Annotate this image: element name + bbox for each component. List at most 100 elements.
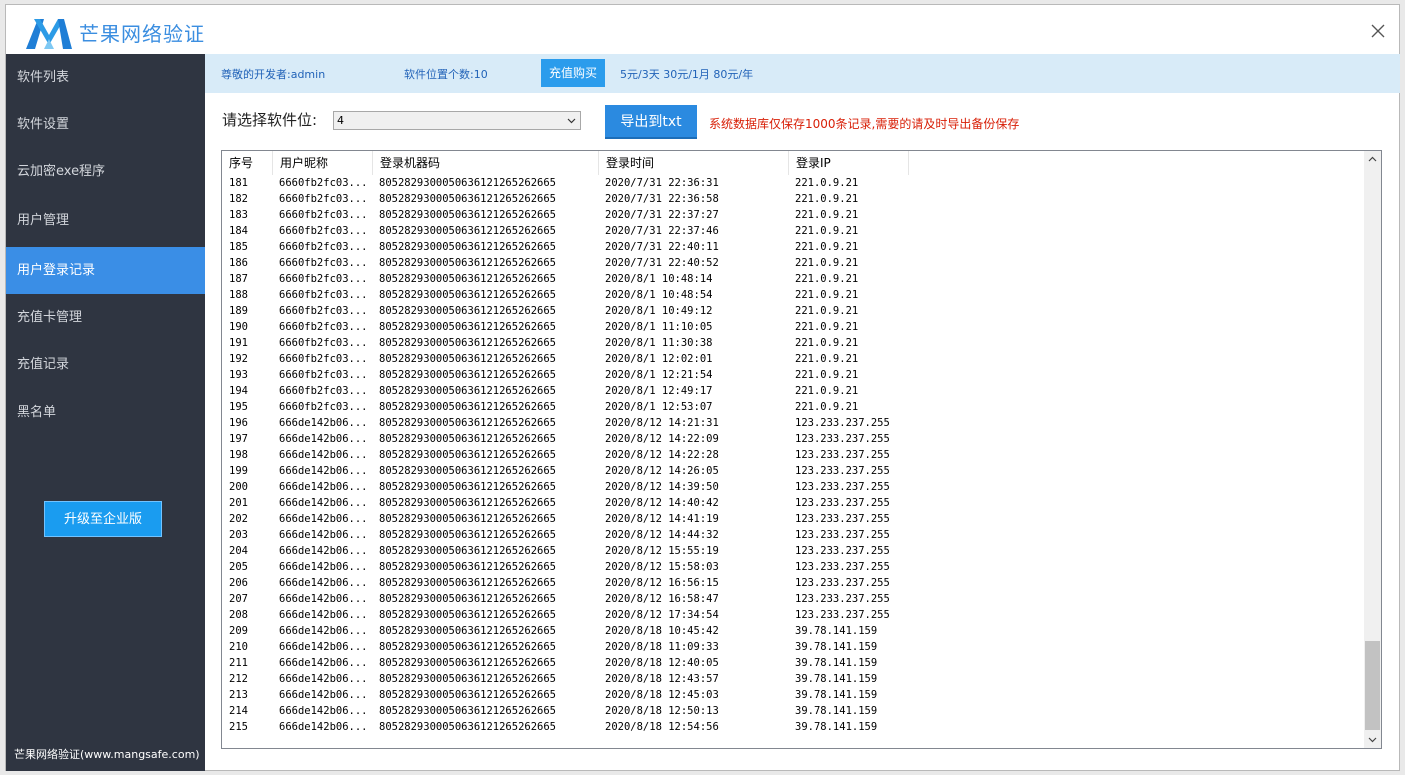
cell-login-time: 2020/8/18 12:40:05 <box>605 657 719 669</box>
sidebar-item-software-settings[interactable]: 软件设置 <box>6 101 205 148</box>
table-row[interactable]: 214 666de142b06... 80528293000506361212652… <box>222 704 1364 720</box>
scrollbar-thumb[interactable] <box>1365 641 1380 730</box>
table-row[interactable]: 193 6660fb2fc03... 80528293000506361212652… <box>222 368 1364 384</box>
cell-machine-code: 8052829300050636121265262665 <box>379 433 557 445</box>
table-row[interactable]: 213 666de142b06... 80528293000506361212652… <box>222 688 1364 704</box>
sidebar-item-blacklist[interactable]: 黑名单 <box>6 389 205 436</box>
vertical-scrollbar[interactable] <box>1364 151 1381 748</box>
cell-login-ip: 39.78.141.159 <box>795 721 878 733</box>
cell-machine-code: 8052829300050636121265262665 <box>379 705 557 717</box>
table-row[interactable]: 195 6660fb2fc03... 80528293000506361212652… <box>222 400 1364 416</box>
cell-machine-code: 8052829300050636121265262665 <box>379 529 557 541</box>
cell-login-ip: 39.78.141.159 <box>795 657 878 669</box>
cell-nickname: 6660fb2fc03... <box>279 337 368 349</box>
table-row[interactable]: 204 666de142b06... 80528293000506361212652… <box>222 544 1364 560</box>
price-label: 5元/3天 30元/1月 80元/年 <box>620 68 754 81</box>
table-row[interactable]: 202 666de142b06... 80528293000506361212652… <box>222 512 1364 528</box>
cell-login-time: 2020/8/12 14:21:31 <box>605 417 719 429</box>
footer-text: 芒果网络验证(www.mangsafe.com) <box>14 748 200 761</box>
sidebar-item-label: 充值卡管理 <box>17 310 83 325</box>
table-row[interactable]: 190 6660fb2fc03... 80528293000506361212652… <box>222 320 1364 336</box>
cell-machine-code: 8052829300050636121265262665 <box>379 401 557 413</box>
cell-index: 190 <box>229 321 248 333</box>
chevron-up-icon[interactable] <box>1368 156 1377 162</box>
cell-login-time: 2020/8/12 14:40:42 <box>605 497 719 509</box>
sidebar-item-software-list[interactable]: 软件列表 <box>6 54 205 101</box>
table-row[interactable]: 188 6660fb2fc03... 80528293000506361212652… <box>222 288 1364 304</box>
cell-nickname: 6660fb2fc03... <box>279 353 368 365</box>
recharge-buy-button[interactable]: 充值购买 <box>541 59 605 87</box>
cell-nickname: 666de142b06... <box>279 721 368 733</box>
cell-login-ip: 221.0.9.21 <box>795 193 859 205</box>
table-row[interactable]: 191 6660fb2fc03... 80528293000506361212652… <box>222 336 1364 352</box>
table-row[interactable]: 187 6660fb2fc03... 80528293000506361212652… <box>222 272 1364 288</box>
close-icon[interactable] <box>1371 24 1385 38</box>
table-row[interactable]: 205 666de142b06... 80528293000506361212652… <box>222 560 1364 576</box>
table-row[interactable]: 208 666de142b06... 80528293000506361212652… <box>222 608 1364 624</box>
table-row[interactable]: 197 666de142b06... 80528293000506361212652… <box>222 432 1364 448</box>
table-row[interactable]: 203 666de142b06... 80528293000506361212652… <box>222 528 1364 544</box>
cell-login-ip: 221.0.9.21 <box>795 305 859 317</box>
table-row[interactable]: 211 666de142b06... 80528293000506361212652… <box>222 656 1364 672</box>
table-row[interactable]: 185 6660fb2fc03... 80528293000506361212652… <box>222 240 1364 256</box>
table-row[interactable]: 210 666de142b06... 80528293000506361212652… <box>222 640 1364 656</box>
cell-index: 207 <box>229 593 248 605</box>
cell-nickname: 666de142b06... <box>279 465 368 477</box>
table-row[interactable]: 200 666de142b06... 80528293000506361212652… <box>222 480 1364 496</box>
cell-nickname: 6660fb2fc03... <box>279 209 368 221</box>
cell-login-time: 2020/8/1 10:48:14 <box>605 273 713 285</box>
cell-machine-code: 8052829300050636121265262665 <box>379 513 557 525</box>
cell-machine-code: 8052829300050636121265262665 <box>379 177 557 189</box>
login-records-table[interactable]: 序号 用户昵称 登录机器码 登录时间 登录IP 181 6660fb2fc03..… <box>221 150 1382 749</box>
cell-machine-code: 8052829300050636121265262665 <box>379 193 557 205</box>
cell-login-time: 2020/7/31 22:36:58 <box>605 193 719 205</box>
table-row[interactable]: 206 666de142b06... 80528293000506361212652… <box>222 576 1364 592</box>
cell-index: 184 <box>229 225 248 237</box>
cell-login-ip: 123.233.237.255 <box>795 561 890 573</box>
cell-index: 199 <box>229 465 248 477</box>
app-title: 芒果网络验证 <box>79 22 205 46</box>
table-row[interactable]: 182 6660fb2fc03... 80528293000506361212652… <box>222 192 1364 208</box>
table-row[interactable]: 183 6660fb2fc03... 80528293000506361212652… <box>222 208 1364 224</box>
column-header-nickname[interactable]: 用户昵称 <box>273 151 373 175</box>
column-header-login-ip[interactable]: 登录IP <box>789 151 909 175</box>
column-header-machine-code[interactable]: 登录机器码 <box>373 151 599 175</box>
column-header-index[interactable]: 序号 <box>222 151 273 175</box>
table-row[interactable]: 192 6660fb2fc03... 80528293000506361212652… <box>222 352 1364 368</box>
sidebar-item-recharge-records[interactable]: 充值记录 <box>6 341 205 388</box>
table-row[interactable]: 198 666de142b06... 80528293000506361212652… <box>222 448 1364 464</box>
table-row[interactable]: 215 666de142b06... 80528293000506361212652… <box>222 720 1364 736</box>
sidebar: 软件列表 软件设置 云加密exe程序 用户管理 用户登录记录 充值卡管理 充值记… <box>6 54 205 771</box>
cell-machine-code: 8052829300050636121265262665 <box>379 241 557 253</box>
cell-index: 214 <box>229 705 248 717</box>
sidebar-item-user-management[interactable]: 用户管理 <box>6 197 205 244</box>
table-row[interactable]: 209 666de142b06... 80528293000506361212652… <box>222 624 1364 640</box>
table-row[interactable]: 194 6660fb2fc03... 80528293000506361212652… <box>222 384 1364 400</box>
sidebar-item-label: 云加密exe程序 <box>17 164 106 179</box>
export-txt-button[interactable]: 导出到txt <box>605 105 697 139</box>
table-row[interactable]: 207 666de142b06... 80528293000506361212652… <box>222 592 1364 608</box>
sidebar-item-recharge-cards[interactable]: 充值卡管理 <box>6 294 205 341</box>
chevron-down-icon[interactable] <box>1368 737 1377 743</box>
table-row[interactable]: 212 666de142b06... 80528293000506361212652… <box>222 672 1364 688</box>
cell-login-ip: 39.78.141.159 <box>795 705 878 717</box>
cell-machine-code: 8052829300050636121265262665 <box>379 609 557 621</box>
cell-machine-code: 8052829300050636121265262665 <box>379 721 557 733</box>
software-slot-select[interactable]: 4 <box>333 111 581 130</box>
sidebar-item-login-records[interactable]: 用户登录记录 <box>6 247 205 294</box>
table-row[interactable]: 181 6660fb2fc03... 80528293000506361212652… <box>222 176 1364 192</box>
info-bar: 尊敬的开发者:admin 软件位置个数:10 充值购买 5元/3天 30元/1月… <box>205 54 1400 93</box>
column-header-login-time[interactable]: 登录时间 <box>599 151 789 175</box>
cell-machine-code: 8052829300050636121265262665 <box>379 209 557 221</box>
cell-login-ip: 123.233.237.255 <box>795 433 890 445</box>
upgrade-button[interactable]: 升级至企业版 <box>44 501 162 537</box>
table-row[interactable]: 189 6660fb2fc03... 80528293000506361212652… <box>222 304 1364 320</box>
table-row[interactable]: 196 666de142b06... 80528293000506361212652… <box>222 416 1364 432</box>
table-row[interactable]: 184 6660fb2fc03... 80528293000506361212652… <box>222 224 1364 240</box>
table-row[interactable]: 186 6660fb2fc03... 80528293000506361212652… <box>222 256 1364 272</box>
sidebar-item-cloud-encrypt[interactable]: 云加密exe程序 <box>6 148 205 195</box>
cell-login-time: 2020/8/1 10:48:54 <box>605 289 713 301</box>
table-row[interactable]: 199 666de142b06... 80528293000506361212652… <box>222 464 1364 480</box>
cell-nickname: 666de142b06... <box>279 513 368 525</box>
table-row[interactable]: 201 666de142b06... 80528293000506361212652… <box>222 496 1364 512</box>
